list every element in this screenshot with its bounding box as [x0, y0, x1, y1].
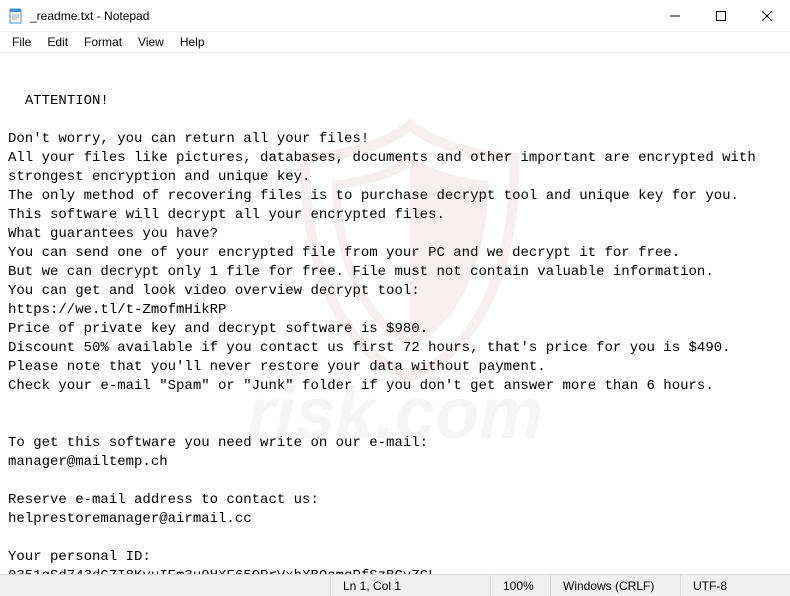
titlebar: _readme.txt - Notepad	[0, 0, 790, 32]
menu-help[interactable]: Help	[172, 33, 213, 51]
menu-edit[interactable]: Edit	[39, 33, 76, 51]
close-button[interactable]	[744, 0, 790, 31]
status-line-ending: Windows (CRLF)	[550, 575, 680, 596]
minimize-button[interactable]	[652, 0, 698, 31]
window-title: _readme.txt - Notepad	[30, 9, 652, 23]
maximize-button[interactable]	[698, 0, 744, 31]
menu-file[interactable]: File	[4, 33, 39, 51]
statusbar: Ln 1, Col 1 100% Windows (CRLF) UTF-8	[0, 574, 790, 596]
status-zoom: 100%	[490, 575, 550, 596]
notepad-icon	[8, 8, 24, 24]
status-encoding: UTF-8	[680, 575, 790, 596]
menubar: File Edit Format View Help	[0, 32, 790, 52]
menu-view[interactable]: View	[130, 33, 172, 51]
status-spacer	[0, 575, 330, 596]
watermark-text: risk.com	[0, 405, 790, 424]
status-position: Ln 1, Col 1	[330, 575, 490, 596]
window-controls	[652, 0, 790, 31]
menu-format[interactable]: Format	[76, 33, 130, 51]
text-area[interactable]: 🛡 risk.com ATTENTION! Don't worry, you c…	[0, 52, 790, 574]
document-text: ATTENTION! Don't worry, you can return a…	[8, 93, 764, 574]
